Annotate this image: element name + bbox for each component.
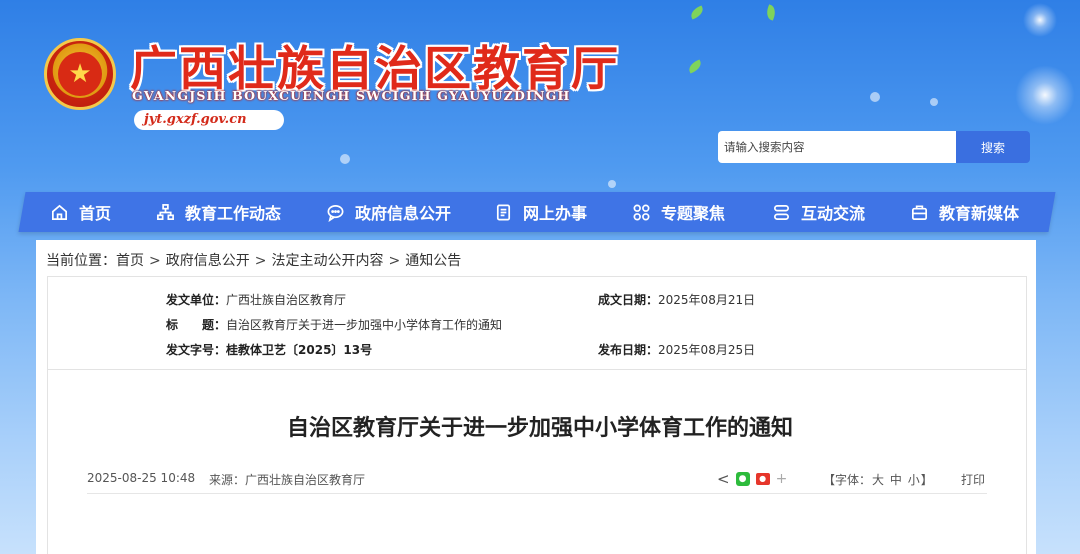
leaf-decoration — [686, 59, 704, 74]
sky-dot — [870, 92, 880, 102]
media-icon — [911, 204, 928, 220]
breadcrumb-notices[interactable]: 通知公告 — [405, 253, 461, 269]
wechat-icon[interactable]: ● — [735, 472, 750, 486]
font-size-large[interactable]: 大 — [872, 473, 884, 487]
national-emblem-logo: ★ — [44, 38, 116, 110]
sky-dot — [340, 154, 350, 164]
font-size-control: 【字体：大 中 小】 — [823, 471, 933, 488]
meta-published-label: 发布日期： — [598, 343, 659, 357]
document-meta-box: 发文单位：广西壮族自治区教育厅 成文日期：2025年08月21日 标 题：自治区… — [47, 276, 1027, 370]
meta-doc-number-value: 桂教体卫艺〔2025〕13号 — [226, 343, 373, 357]
meta-created-value: 2025年08月21日 — [658, 293, 756, 307]
breadcrumb: 当前位置：首页 > 政府信息公开 > 法定主动公开内容 > 通知公告 — [46, 250, 461, 270]
nav-item-label: 政府信息公开 — [355, 204, 452, 223]
meta-title: 标 题：自治区教育厅关于进一步加强中小学体育工作的通知 — [166, 316, 502, 333]
grid-icon — [633, 204, 650, 220]
article-title: 自治区教育厅关于进一步加强中小学体育工作的通知 — [286, 416, 793, 441]
share-group: < ● ● + — [717, 470, 787, 488]
sky-dot — [930, 98, 938, 106]
weibo-icon[interactable]: ● — [755, 473, 770, 485]
sitemap-icon — [157, 203, 174, 220]
article-info-bar: 2025-08-25 10:48 来源：广西壮族自治区教育厅 < ● ● + 【… — [87, 466, 987, 494]
nav-item-new-media[interactable]: 教育新媒体 — [910, 192, 1019, 232]
share-icon[interactable]: < — [717, 470, 730, 488]
meta-published: 发布日期：2025年08月25日 — [598, 341, 755, 358]
breadcrumb-prefix: 当前位置： — [46, 253, 116, 269]
nav-item-interaction[interactable]: 互动交流 — [772, 192, 865, 232]
font-size-label-open: 【字体： — [823, 473, 872, 487]
site-domain: jyt.gxzf.gov.cn — [134, 110, 284, 130]
main-nav: 首页 教育工作动态 政府信息公开 网上办事 专题聚焦 互动交流 教育新媒体 — [22, 192, 1052, 232]
nav-item-online-service[interactable]: 网上办事 — [494, 192, 587, 232]
print-link[interactable]: 打印 — [961, 471, 985, 488]
exchange-icon — [773, 204, 790, 220]
chat-icon — [327, 204, 344, 222]
breadcrumb-statutory[interactable]: 法定主动公开内容 — [271, 253, 383, 269]
sky-flare — [1020, 0, 1060, 40]
breadcrumb-home[interactable]: 首页 — [116, 253, 144, 269]
meta-doc-number: 发文字号：桂教体卫艺〔2025〕13号 — [166, 341, 372, 358]
home-icon — [51, 204, 68, 220]
leaf-decoration — [688, 5, 706, 20]
meta-issuer-value: 广西壮族自治区教育厅 — [226, 293, 347, 307]
nav-item-label: 教育工作动态 — [185, 204, 282, 223]
nav-item-gov-info[interactable]: 政府信息公开 — [326, 192, 451, 232]
breadcrumb-gov-info[interactable]: 政府信息公开 — [166, 253, 250, 269]
leaf-decoration — [764, 4, 778, 21]
nav-item-label: 网上办事 — [523, 204, 588, 223]
article-source: 来源：广西壮族自治区教育厅 — [209, 473, 366, 487]
meta-issuer: 发文单位：广西壮族自治区教育厅 — [166, 291, 346, 308]
meta-published-value: 2025年08月25日 — [658, 343, 756, 357]
font-size-label-close: 】 — [920, 473, 933, 487]
meta-created-label: 成文日期： — [598, 293, 659, 307]
nav-item-special-topics[interactable]: 专题聚焦 — [632, 192, 725, 232]
article-datetime: 2025-08-25 10:48 — [87, 471, 196, 485]
meta-title-value: 自治区教育厅关于进一步加强中小学体育工作的通知 — [226, 318, 503, 332]
nav-item-label: 专题聚焦 — [661, 204, 726, 223]
meta-created: 成文日期：2025年08月21日 — [598, 291, 755, 308]
search-button[interactable]: 搜索 — [956, 131, 1030, 163]
sky-dot — [608, 180, 616, 188]
font-size-small[interactable]: 小 — [908, 473, 920, 487]
nav-item-label: 首页 — [79, 204, 112, 223]
font-size-medium[interactable]: 中 — [890, 473, 902, 487]
nav-item-label: 教育新媒体 — [939, 204, 1020, 223]
meta-issuer-label: 发文单位： — [166, 293, 227, 307]
breadcrumb-separator: > — [254, 253, 267, 269]
breadcrumb-separator: > — [149, 253, 161, 269]
site-subtitle: GVANGJSIH BOUXCUENGH SWCIGIH GYAUYUZDING… — [132, 88, 571, 103]
more-share-icon[interactable]: + — [776, 471, 788, 487]
breadcrumb-separator: > — [388, 253, 401, 269]
search-input[interactable] — [718, 131, 956, 163]
nav-item-education-news[interactable]: 教育工作动态 — [156, 192, 281, 232]
meta-title-label: 标 题： — [166, 318, 227, 332]
emblem-star-icon: ★ — [58, 52, 102, 96]
sky-flare — [1010, 60, 1080, 130]
nav-item-home[interactable]: 首页 — [50, 192, 111, 232]
document-icon — [496, 204, 511, 220]
meta-doc-number-label: 发文字号： — [166, 343, 227, 357]
article-card — [47, 370, 1027, 554]
nav-item-label: 互动交流 — [801, 204, 866, 223]
